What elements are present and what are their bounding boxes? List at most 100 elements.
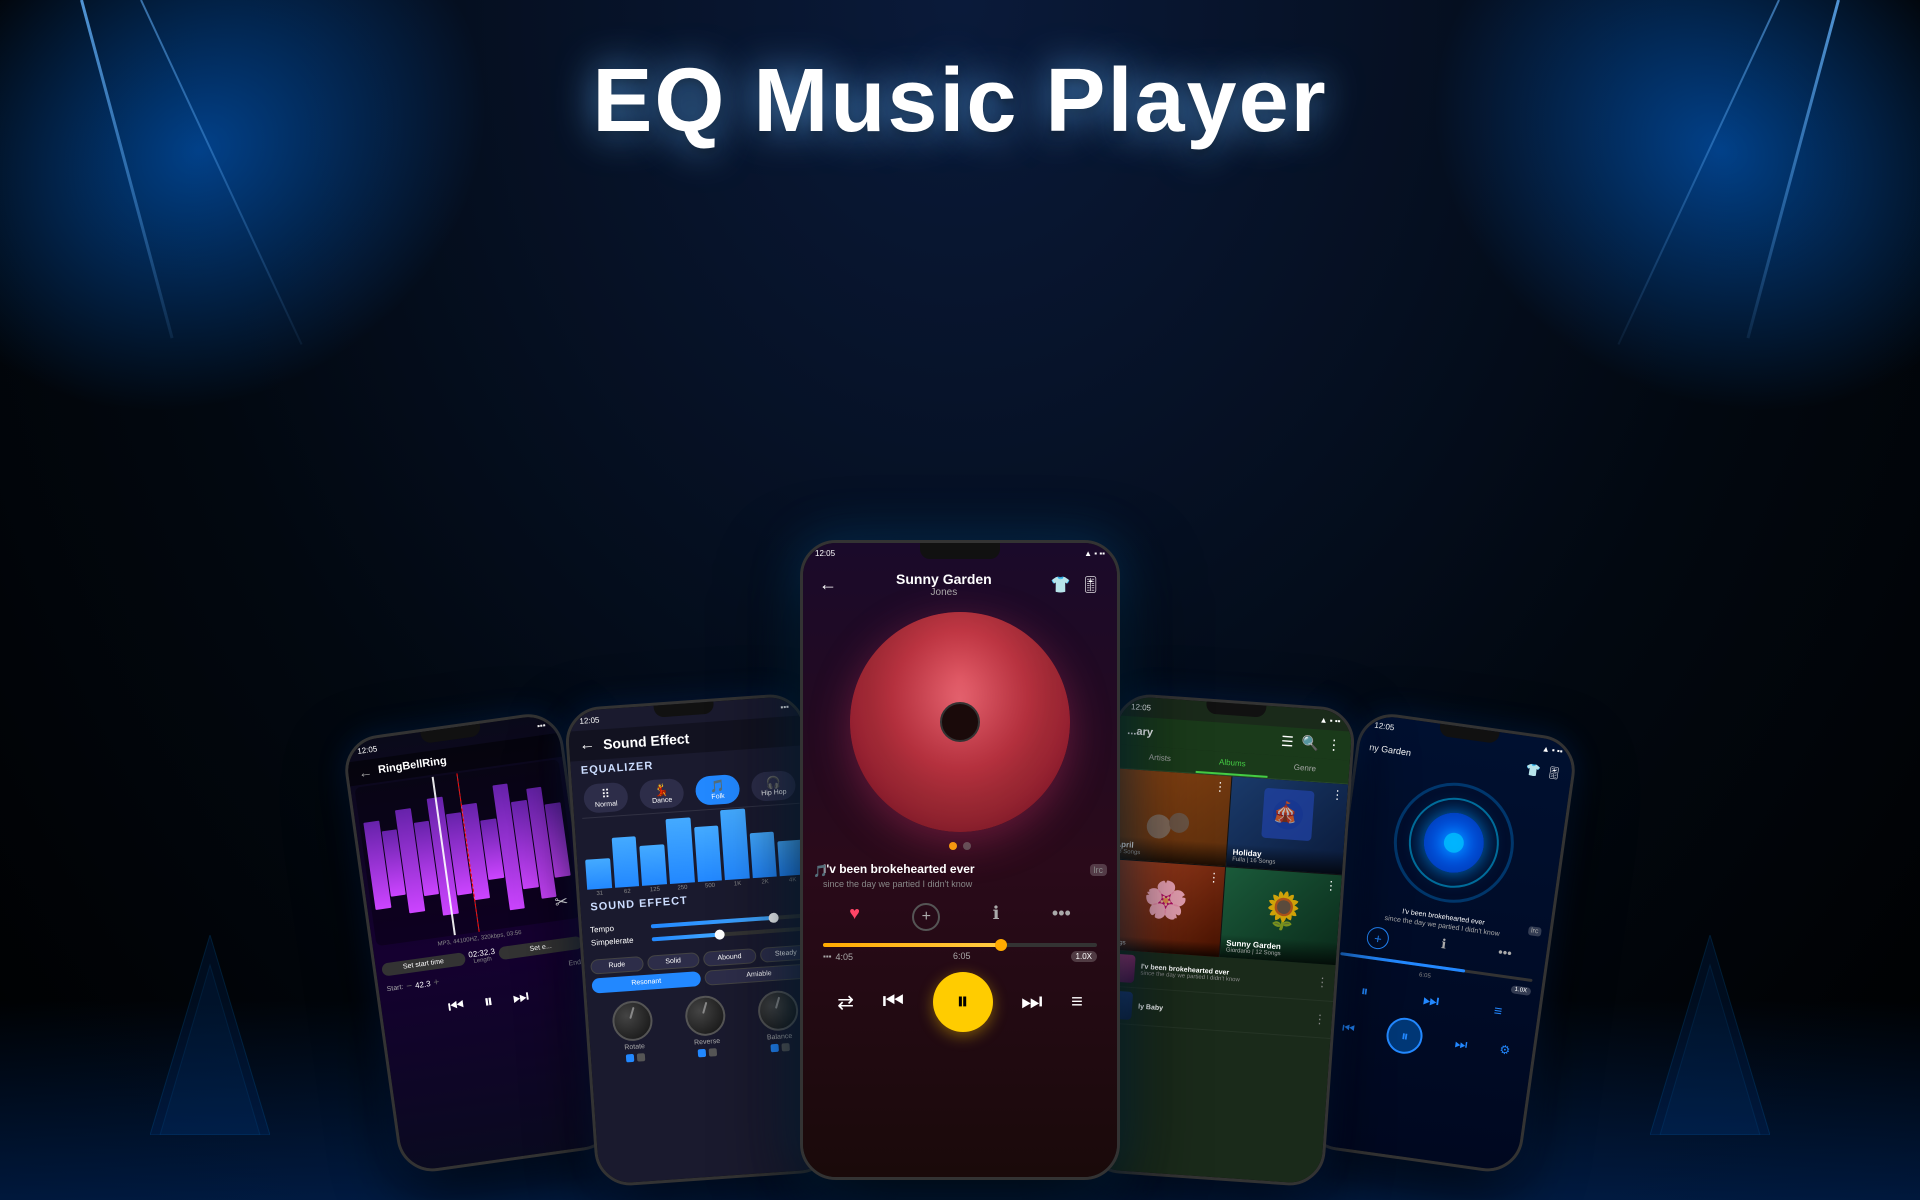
phone5-play-btn[interactable]: ⏸: [1385, 1015, 1426, 1056]
phone3-album-art: [850, 612, 1070, 832]
album-sunny-garden[interactable]: 🌻 Sunny Garden Giordano | 12 Songs ⋮: [1219, 867, 1341, 965]
phone5-speed-btn[interactable]: 1.0X: [1510, 985, 1531, 996]
song-more-1[interactable]: ⋮: [1316, 975, 1329, 990]
eq-btn-hiphop[interactable]: 🎧 Hip Hop: [750, 770, 796, 802]
eq-btn-folk[interactable]: 🎵 Folk: [695, 774, 741, 806]
eq-bar-visual-125[interactable]: [640, 844, 667, 886]
eq-btn-normal[interactable]: ⠿ Normal: [583, 782, 629, 814]
phone3-back-icon[interactable]: ←: [819, 574, 837, 595]
phone4-list-icon[interactable]: ☰: [1280, 733, 1294, 751]
phone5-next-btn[interactable]: ⏭: [1422, 989, 1441, 1012]
phone3-dot-1[interactable]: [949, 842, 957, 850]
phone4-search-icon[interactable]: 🔍: [1301, 734, 1320, 752]
phone5-prev-btn[interactable]: ⏮: [1341, 1019, 1356, 1038]
phone5-shirt-icon[interactable]: 👕: [1525, 762, 1542, 778]
phone3-screen: 12:05 ▲ ▪ ▪▪ ← Sunny Garden Jones 👕 🎚: [803, 543, 1117, 1177]
phone1-time: 12:05: [357, 744, 378, 756]
simplerate-thumb[interactable]: [714, 929, 725, 940]
effect-solid[interactable]: Solid: [646, 952, 699, 971]
phone5-pause-btn[interactable]: ⏸: [1360, 982, 1369, 1000]
balance-dot1: [771, 1044, 780, 1053]
eq-bar-visual-62[interactable]: [611, 836, 639, 888]
phone3-heart-btn[interactable]: ♥: [849, 903, 860, 931]
album-sunny-garden-more[interactable]: ⋮: [1325, 878, 1338, 893]
phone4-screen: 12:05 ▲ ▪ ▪▪ ...ary ☰ 🔍 ⋮ Artists Albums…: [1087, 695, 1353, 1184]
reverse-knob-wrap: Reverse: [684, 994, 728, 1058]
phone2-time: 12:05: [579, 715, 600, 725]
song-more-2[interactable]: ⋮: [1313, 1012, 1326, 1027]
album-april-more[interactable]: ⋮: [1214, 779, 1227, 794]
phone3-lrc-btn[interactable]: lrc: [1090, 864, 1108, 876]
eq-bar-visual-250[interactable]: [665, 817, 694, 884]
album-unnamed-more[interactable]: ⋮: [1207, 870, 1220, 885]
phone3-times-left: ▪▪▪ 4:05: [823, 951, 853, 962]
phone3-album-center: [940, 702, 980, 742]
eq-bar-62: 62: [611, 836, 640, 896]
album-april[interactable]: April 98 Songs ⋮: [1108, 768, 1230, 866]
phone4-more-icon[interactable]: ⋮: [1326, 736, 1341, 754]
phone1-rewind-btn[interactable]: ⏮: [447, 995, 466, 1018]
phone3-lyrics-area: 🎵 I'v been brokehearted ever since the d…: [803, 856, 1117, 895]
phone3-lyrics-icon[interactable]: 🎵: [813, 864, 828, 878]
phone1-duration: 02:32.3 Length: [468, 945, 497, 968]
eq-btn-dance[interactable]: 💃 Dance: [639, 778, 685, 810]
eq-label-62: 62: [624, 889, 631, 895]
phone3-add-btn[interactable]: +: [912, 903, 940, 931]
phone5-playlist-btn[interactable]: ≡: [1493, 1002, 1503, 1019]
phone5-add-btn[interactable]: +: [1366, 926, 1391, 951]
eq-bar-2k: 2K: [749, 832, 777, 887]
phone3-progress: ▪▪▪ 4:05 6:05 1.0X: [803, 943, 1117, 962]
phone3-eq-icon[interactable]: 🎚: [1081, 575, 1101, 595]
phones-container: 12:05 ▪▪▪ ← RingBellRing: [0, 175, 1920, 1200]
phone5-eq2-btn[interactable]: ⚙: [1499, 1042, 1512, 1057]
song-info-2: ly Baby: [1138, 1003, 1314, 1022]
start-minus-btn[interactable]: −: [406, 981, 413, 993]
phone1-back-icon[interactable]: ←: [357, 763, 373, 781]
balance-dot2: [782, 1043, 791, 1052]
phone3-lyric-sub: since the day we partied I didn't know: [823, 879, 1097, 889]
effect-abound[interactable]: Abound: [703, 948, 756, 967]
rotate-knob[interactable]: [611, 1000, 654, 1043]
tempo-thumb[interactable]: [768, 912, 779, 923]
album-holiday[interactable]: 🎪 Holiday Fulla | 16 Songs ⋮: [1226, 776, 1348, 874]
phone2-back-icon[interactable]: ←: [579, 736, 596, 755]
phone3-next-btn[interactable]: ⏭: [1021, 988, 1043, 1016]
phone5-info-btn[interactable]: ℹ: [1439, 936, 1447, 958]
phone3-play-btn[interactable]: ⏸: [933, 972, 993, 1032]
eq-bar-500: 500: [694, 825, 723, 890]
phone3-more-btn[interactable]: •••: [1052, 903, 1071, 931]
phone3-progress-thumb[interactable]: [995, 939, 1007, 951]
phone3-info-btn[interactable]: ℹ: [993, 903, 1000, 931]
scissors-icon[interactable]: ✂: [554, 891, 570, 913]
phone5-eq-icon[interactable]: 🎚: [1545, 765, 1562, 781]
phone1-forward-btn[interactable]: ⏭: [511, 986, 530, 1009]
balance-knob[interactable]: [756, 989, 799, 1032]
phone3-playlist-btn[interactable]: ≡: [1071, 991, 1083, 1014]
phone5-more-btn[interactable]: •••: [1496, 944, 1513, 968]
album-holiday-more[interactable]: ⋮: [1331, 787, 1344, 802]
phone5-header-icons: 👕 🎚: [1525, 762, 1563, 781]
reverse-knob[interactable]: [684, 994, 727, 1037]
effect-rude[interactable]: Rude: [590, 956, 643, 975]
phone3-dot-2[interactable]: [963, 842, 971, 850]
eq-bar-visual-1k[interactable]: [720, 809, 749, 881]
phone3-progress-bar[interactable]: [823, 943, 1097, 947]
start-plus-btn[interactable]: +: [433, 977, 440, 989]
eq-label-2k: 2K: [761, 879, 769, 885]
album-unnamed[interactable]: 🌸 Songs ⋮: [1102, 859, 1224, 957]
phone3-shuffle-btn[interactable]: ⇄: [837, 990, 854, 1015]
phone3-lyric-main: I'v been brokehearted ever: [823, 862, 1097, 876]
eq-bar-visual-31[interactable]: [585, 858, 612, 890]
phone3-speed-btn[interactable]: 1.0X: [1071, 951, 1097, 962]
eq-label-4k: 4K: [789, 877, 797, 883]
phone5-fwd-btn[interactable]: ⏭: [1454, 1034, 1469, 1053]
phone3-prev-btn[interactable]: ⏮: [882, 988, 904, 1016]
eq-bar-visual-500[interactable]: [694, 825, 722, 882]
phone3-shirt-icon[interactable]: 👕: [1051, 575, 1071, 595]
rotate-label: Rotate: [614, 1042, 654, 1052]
phone3-times: ▪▪▪ 4:05 6:05 1.0X: [823, 951, 1097, 962]
phone5-lrc-btn[interactable]: lrc: [1527, 926, 1542, 937]
phone1-pause-btn[interactable]: ⏸: [483, 991, 495, 1013]
phone3-playback-controls: ⇄ ⏮ ⏸ ⏭ ≡: [803, 962, 1117, 1042]
eq-bar-visual-2k[interactable]: [749, 832, 777, 879]
